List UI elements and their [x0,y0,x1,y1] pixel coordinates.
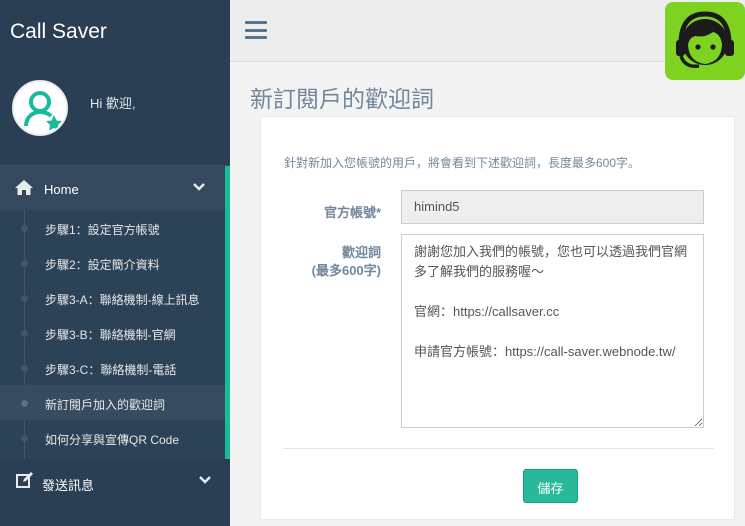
avatar [12,80,68,136]
sidebar-item-step3c[interactable]: 步驟3-C：聯絡機制-電話 [0,350,225,385]
bullet-icon [21,365,28,372]
user-icon [24,91,62,131]
edit-icon [16,472,33,488]
menu-home-label: Home [44,182,79,197]
menu-home: Home 步驟1：設定官方帳號 步驟2：設定簡介資料 步驟3-A：聯絡機制-線上… [0,166,230,459]
greeting-text: Hi 歡迎, [90,96,136,111]
menu-send-label: 發送訊息 [42,478,95,493]
sidebar-item-step3a[interactable]: 步驟3-A：聯絡機制-線上訊息 [0,280,225,315]
sidebar-item-label: 步驟3-B：聯絡機制-官網 [45,328,176,342]
menu-home-toggle[interactable]: Home [0,166,230,210]
brand-title[interactable]: Call Saver [0,0,230,62]
welcome-label: 歡迎詞 (最多600字) [281,244,381,280]
sidebar-item-step3b[interactable]: 步驟3-B：聯絡機制-官網 [0,315,225,350]
page-title: 新訂閱戶的歡迎詞 [250,87,434,113]
welcome-label-title: 歡迎詞 [341,245,381,260]
menu-toggle-icon[interactable] [245,21,267,39]
bullet-icon [21,400,28,407]
intro-text: 針對新加入您帳號的用戶，將會看到下述歡迎詞，長度最多600字。 [284,156,641,170]
headset-agent-icon [676,11,734,69]
bullet-icon [21,435,28,442]
profile: Hi 歡迎, [0,62,230,165]
sidebar-item-label: 步驟1：設定官方帳號 [45,223,160,237]
sidebar-item-share-qr[interactable]: 如何分享與宣傳QR Code [0,420,225,455]
sidebar: Call Saver Hi 歡迎, Home 步驟1：設定官方帳號 步驟2：設定… [0,0,230,526]
sidebar-item-label: 新訂閱戶加入的歡迎詞 [45,398,166,412]
save-button[interactable]: 儲存 [523,469,578,503]
submenu: 步驟1：設定官方帳號 步驟2：設定簡介資料 步驟3-A：聯絡機制-線上訊息 步驟… [0,210,230,459]
chevron-down-icon [193,183,205,191]
sidebar-item-label: 如何分享與宣傳QR Code [45,433,180,447]
sidebar-item-step1[interactable]: 步驟1：設定官方帳號 [0,210,225,245]
sidebar-item-label: 步驟2：設定簡介資料 [45,258,160,272]
sidebar-item-step2[interactable]: 步驟2：設定簡介資料 [0,245,225,280]
home-icon [15,180,33,195]
bullet-icon [21,330,28,337]
call-saver-logo [665,2,745,80]
menu-send-message[interactable]: 發送訊息 [0,459,230,503]
top-navbar [230,0,745,80]
chevron-down-icon [199,476,211,484]
sidebar-item-label: 步驟3-C：聯絡機制-電話 [45,363,177,377]
welcome-message-textarea[interactable]: 謝謝您加入我們的帳號，您也可以透過我們官網多了解我們的服務喔～ 官網：https… [401,234,704,428]
account-label: 官方帳號* [323,205,381,220]
welcome-form-panel: 針對新加入您帳號的用戶，將會看到下述歡迎詞，長度最多600字。 官方帳號* hi… [260,116,735,520]
welcome-label-hint: (最多600字) [311,263,381,278]
divider [283,448,714,449]
official-account-field[interactable]: himind5 [401,190,704,224]
bullet-icon [21,225,28,232]
sidebar-item-label: 步驟3-A：聯絡機制-線上訊息 [45,293,200,307]
bullet-icon [21,295,28,302]
bullet-icon [21,260,28,267]
sidebar-item-welcome[interactable]: 新訂閱戶加入的歡迎詞 [0,385,225,420]
